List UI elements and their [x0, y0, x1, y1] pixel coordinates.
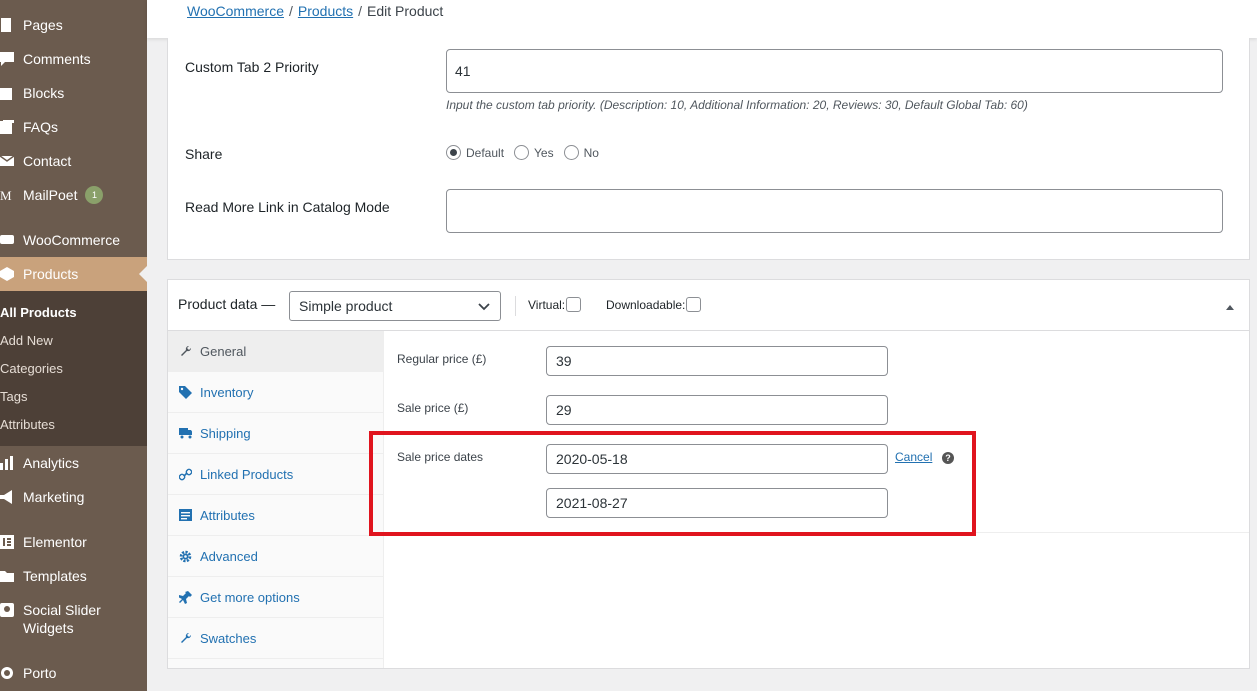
- list-icon: [179, 509, 192, 522]
- tab-shipping[interactable]: Shipping: [168, 413, 384, 454]
- elementor-icon: [0, 535, 14, 549]
- tab2-priority-description: Input the custom tab priority. (Descript…: [446, 98, 1028, 112]
- contact-icon: [0, 154, 14, 168]
- custom-fields-panel: Custom Tab 2 Priority 41 Input the custo…: [167, 38, 1250, 260]
- templates-icon: [0, 569, 14, 583]
- sidebar-item-comments[interactable]: Comments: [0, 50, 147, 68]
- downloadable-option[interactable]: Downloadable:: [606, 297, 702, 312]
- sidebar-item-mailpoet[interactable]: M MailPoet 1: [0, 186, 147, 204]
- share-radio-group: Default Yes No: [446, 145, 609, 160]
- porto-icon: [0, 666, 14, 680]
- sidebar-item-products[interactable]: Products: [0, 257, 147, 291]
- breadcrumb-woocommerce-link[interactable]: WooCommerce: [187, 3, 284, 19]
- collapse-toggle-icon[interactable]: [1225, 299, 1235, 314]
- breadcrumb-current: Edit Product: [367, 3, 444, 19]
- submenu-all-products[interactable]: All Products: [0, 305, 77, 320]
- share-default-radio[interactable]: [446, 145, 461, 160]
- downloadable-checkbox[interactable]: [686, 297, 702, 312]
- tab2-priority-label: Custom Tab 2 Priority: [185, 59, 319, 75]
- comments-icon: [0, 52, 14, 66]
- tab2-priority-input[interactable]: 41: [446, 49, 1223, 93]
- analytics-icon: [0, 456, 14, 470]
- plugin-icon: [179, 590, 192, 604]
- submenu-tags[interactable]: Tags: [0, 389, 27, 404]
- breadcrumb-products-link[interactable]: Products: [298, 3, 353, 19]
- submenu-attributes[interactable]: Attributes: [0, 417, 55, 432]
- share-option-yes[interactable]: Yes: [514, 145, 554, 160]
- submenu-add-new[interactable]: Add New: [0, 333, 53, 348]
- product-data-title: Product data —: [178, 296, 276, 312]
- truck-icon: [179, 427, 192, 440]
- page-header: WooCommerce / Products / Edit Product: [147, 0, 1257, 38]
- tab-general[interactable]: General: [168, 331, 384, 372]
- link-icon: [179, 468, 192, 481]
- sidebar-item-blocks[interactable]: Blocks: [0, 84, 147, 102]
- tab-get-more-options[interactable]: Get more options: [168, 577, 384, 618]
- mailpoet-count-badge: 1: [85, 186, 104, 204]
- mailpoet-icon: M: [0, 188, 14, 202]
- woocommerce-icon: [0, 233, 14, 247]
- share-no-radio[interactable]: [563, 145, 579, 160]
- admin-sidebar: Pages Comments Blocks FAQs Contact M Mai…: [0, 0, 147, 691]
- sidebar-item-analytics[interactable]: Analytics: [0, 454, 147, 472]
- regular-price-input[interactable]: 39: [546, 346, 888, 376]
- product-type-select[interactable]: Simple product: [289, 291, 501, 321]
- share-option-default[interactable]: Default: [446, 145, 504, 160]
- sidebar-item-elementor[interactable]: Elementor: [0, 533, 147, 551]
- blocks-icon: [0, 86, 14, 100]
- sidebar-item-social-slider[interactable]: Social Slider Widgets: [0, 601, 147, 637]
- submenu-categories[interactable]: Categories: [0, 361, 63, 376]
- share-yes-radio[interactable]: [514, 145, 530, 160]
- social-slider-icon: [0, 603, 14, 617]
- tag-icon: [179, 385, 192, 399]
- sidebar-item-contact[interactable]: Contact: [0, 152, 147, 170]
- regular-price-label: Regular price (£): [397, 352, 487, 366]
- header-divider: [515, 296, 516, 316]
- sidebar-item-porto[interactable]: Porto: [0, 664, 147, 682]
- products-icon: [0, 267, 14, 281]
- readmore-label: Read More Link in Catalog Mode: [185, 199, 390, 215]
- share-label: Share: [185, 146, 223, 162]
- sidebar-item-woocommerce[interactable]: WooCommerce: [0, 231, 147, 249]
- sidebar-item-templates[interactable]: Templates: [0, 567, 147, 585]
- svg-text:M: M: [0, 188, 12, 202]
- tab-inventory[interactable]: Inventory: [168, 372, 384, 413]
- share-option-no[interactable]: No: [563, 145, 599, 160]
- tab-swatches[interactable]: Swatches: [168, 618, 384, 659]
- sidebar-item-pages[interactable]: Pages: [0, 16, 147, 34]
- marketing-icon: [0, 490, 14, 504]
- tab-attributes[interactable]: Attributes: [168, 495, 384, 536]
- highlight-annotation-box: [369, 431, 976, 536]
- sale-price-input[interactable]: 29: [546, 395, 888, 425]
- sale-price-label: Sale price (£): [397, 401, 469, 415]
- product-data-tabs: General Inventory Shipping Linked Produc…: [168, 331, 384, 668]
- virtual-checkbox[interactable]: [566, 297, 582, 312]
- pages-icon: [0, 18, 14, 32]
- product-data-header: Product data — Simple product Virtual: D…: [168, 280, 1249, 331]
- wrench-icon: [179, 345, 192, 358]
- breadcrumb: WooCommerce / Products / Edit Product: [187, 3, 444, 19]
- faqs-icon: [0, 120, 14, 134]
- wrench-icon: [179, 632, 192, 645]
- sidebar-item-marketing[interactable]: Marketing: [0, 488, 147, 506]
- tab-advanced[interactable]: Advanced: [168, 536, 384, 577]
- sidebar-item-faqs[interactable]: FAQs: [0, 118, 147, 136]
- readmore-input[interactable]: [446, 189, 1223, 233]
- virtual-option[interactable]: Virtual:: [528, 297, 582, 312]
- gear-icon: [179, 550, 192, 563]
- chevron-down-icon: [478, 299, 490, 316]
- tab-linked-products[interactable]: Linked Products: [168, 454, 384, 495]
- products-submenu: All Products Add New Categories Tags Att…: [0, 291, 147, 446]
